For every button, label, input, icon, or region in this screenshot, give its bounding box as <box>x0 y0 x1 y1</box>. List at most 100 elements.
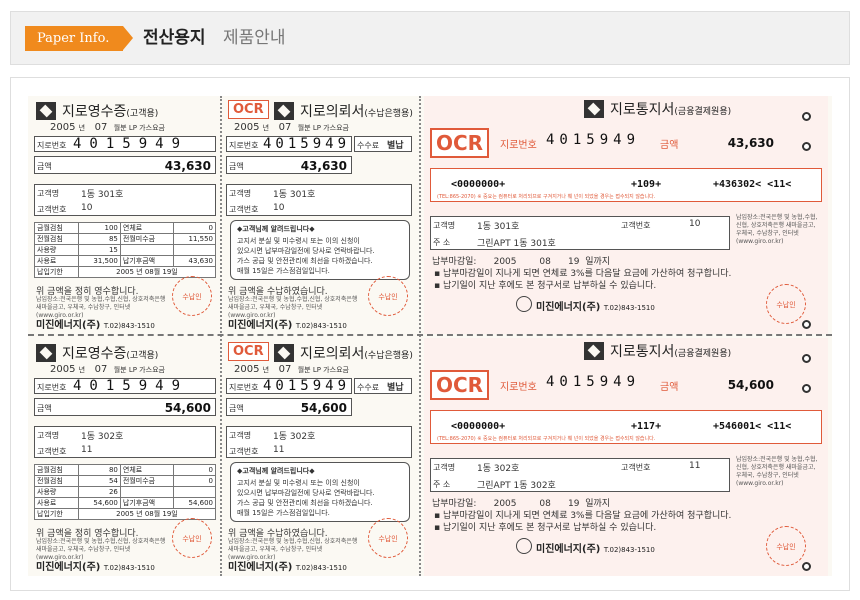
ocr-mark: OCR <box>430 128 490 158</box>
confirm-panel: OCR 지로의뢰서(수납은행용) 2005 년 07 월분 LP 가스요금 지로… <box>224 96 414 334</box>
customer-name: 1동 301호 <box>477 222 520 232</box>
giro-number: 4015949 <box>73 136 189 152</box>
punch-hole <box>802 354 811 363</box>
punch-hole <box>802 112 811 121</box>
payment-places: 납입장소:전국은행 및 농협,수협,신협, 상호저축은행 새마을금고, 우체국,… <box>736 456 818 487</box>
customer-name: 1동 301호 <box>81 190 124 200</box>
customer-box: 고객명 1동 301호 고객번호 10 <box>226 184 412 216</box>
customer-number: 10 <box>81 203 93 213</box>
amount-value: 43,630 <box>164 159 211 173</box>
after-due-notice: ▪ 납기일이 지난 후에도 본 청구서로 납부하실 수 있습니다. <box>434 523 657 533</box>
company-name: 미진에너지(주) T.02)843-1510 <box>536 302 655 313</box>
fee-box: 수수료 별납 <box>354 378 412 394</box>
amount-box: 금액 54,600 <box>226 398 352 416</box>
punch-hole <box>802 384 811 393</box>
usage-table: 금월검침 100 연체료 0 전월검침 85 전월미수금 11,550 사용량 15 사용료 3… <box>34 222 217 278</box>
billing-period: 2005 년 07 월분 LP 가스요금 <box>234 364 349 375</box>
customer-number: 11 <box>81 445 93 455</box>
punch-hole <box>802 562 811 571</box>
customer-address: 그린APT 1동 302호 <box>477 481 556 491</box>
customer-box: 고객명 1동 301호 고객번호 10 <box>34 184 216 216</box>
amount-value: 43,630 <box>300 159 347 173</box>
customer-name: 1동 302호 <box>81 432 124 442</box>
customer-number: 10 <box>689 219 701 229</box>
giro-number: 4015949 <box>263 378 351 394</box>
customer-guide-box: ◆고객님께 알려드립니다◆ 고지서 분실 및 미수령시 또는 이의 신청이 있으… <box>230 220 410 280</box>
ocr-mark: OCR <box>430 370 490 400</box>
giro-number: 4015949 <box>546 374 641 390</box>
paper-info-badge: Paper Info. <box>25 26 134 51</box>
giro-form-row: 지로영수증(고객용) 2005 년 07 월분 LP 가스요금 지로번호 401… <box>28 96 832 334</box>
ocr-code-line: <0000000+ +109+ +436302< <11< (TEL:865-2… <box>430 168 822 202</box>
company-name: 미진에너지(주) T.02)843-1510 <box>36 562 155 573</box>
customer-number: 11 <box>689 461 701 471</box>
receipt-panel: 지로영수증(고객용) 2005 년 07 월분 LP 가스요금 지로번호 401… <box>32 338 218 576</box>
amount-value: 54,600 <box>727 378 774 392</box>
company-name: 미진에너지(주) T.02)843-1510 <box>536 544 655 555</box>
giro-logo-icon <box>36 102 56 120</box>
customer-box: 고객명 1동 302호 고객번호 11 주 소 그린APT 1동 302호 <box>430 458 730 492</box>
company-name: 미진에너지(주) T.02)843-1510 <box>36 320 155 331</box>
giro-logo-icon <box>274 102 294 120</box>
company-logo-icon <box>516 296 532 312</box>
customer-guide-box: ◆고객님께 알려드립니다◆ 고지서 분실 및 미수령시 또는 이의 신청이 있으… <box>230 462 410 522</box>
customer-name: 1동 302호 <box>477 464 520 474</box>
punch-hole <box>802 320 811 329</box>
amount-box: 금액 43,630 <box>226 156 352 174</box>
payment-places: 납입장소:전국은행 및 농협,수협,신협, 상호저축은행 새마을금고, 우체국,… <box>736 214 818 245</box>
amount-value: 54,600 <box>164 401 211 415</box>
fee-box: 수수료 별납 <box>354 136 412 152</box>
ocr-mark: OCR <box>228 100 269 119</box>
page-title: 전산용지 <box>143 28 206 48</box>
giro-number-box: 지로번호 4015949 <box>34 136 216 152</box>
company-name: 미진에너지(주) T.02)843-1510 <box>228 562 347 573</box>
company-name: 미진에너지(주) T.02)843-1510 <box>228 320 347 331</box>
payment-stamp: 수납인 <box>368 518 408 558</box>
customer-name: 1동 302호 <box>273 432 316 442</box>
giro-logo-icon <box>584 342 604 360</box>
payment-stamp: 수납인 <box>766 526 806 566</box>
receipt-panel: 지로영수증(고객용) 2005 년 07 월분 LP 가스요금 지로번호 401… <box>32 96 218 334</box>
after-due-notice: ▪ 납기일이 지난 후에도 본 청구서로 납부하실 수 있습니다. <box>434 281 657 291</box>
perforation-horizontal <box>28 334 832 336</box>
company-logo-icon <box>516 538 532 554</box>
receipt-title: 지로영수증(고객용) <box>62 346 159 362</box>
amount-box: 금액 54,600 <box>34 398 216 416</box>
punch-hole <box>802 142 811 151</box>
amount-box: 금액 43,630 <box>34 156 216 174</box>
amount-value: 43,630 <box>727 136 774 150</box>
page-subtitle: 제품안내 <box>223 28 286 48</box>
payment-stamp: 수납인 <box>368 276 408 316</box>
notice-panel: 지로통지서(금융결제원용) OCR 지로번호 4015949 금액 54,600… <box>424 338 828 576</box>
customer-number: 11 <box>273 445 285 455</box>
notice-title: 지로통지서(금융결제원용) <box>610 102 732 118</box>
receipt-title: 지로영수증(고객용) <box>62 104 159 120</box>
giro-logo-icon <box>36 344 56 362</box>
confirm-title: 지로의뢰서(수납은행용) <box>300 346 413 362</box>
payment-stamp: 수납인 <box>172 518 212 558</box>
billing-period: 2005 년 07 월분 LP 가스요금 <box>50 122 165 133</box>
confirm-title: 지로의뢰서(수납은행용) <box>300 104 413 120</box>
giro-number-box: 지로번호 4015949 <box>34 378 216 394</box>
customer-name: 1동 301호 <box>273 190 316 200</box>
giro-number: 4015949 <box>546 132 641 148</box>
ocr-code-line: <0000000+ +117+ +546001< <11< (TEL:865-2… <box>430 410 822 444</box>
customer-box: 고객명 1동 302호 고객번호 11 <box>226 426 412 458</box>
ocr-mark: OCR <box>228 342 269 361</box>
giro-number: 4015949 <box>263 136 351 152</box>
payment-stamp: 수납인 <box>766 284 806 324</box>
usage-table: 금월검침 80 연체료 0 전월검침 54 전월미수금 0 사용량 26 사용료 54,600 납… <box>34 464 217 520</box>
giro-logo-icon <box>584 100 604 118</box>
customer-box: 고객명 1동 301호 고객번호 10 주 소 그린APT 1동 301호 <box>430 216 730 250</box>
confirm-panel: OCR 지로의뢰서(수납은행용) 2005 년 07 월분 LP 가스요금 지로… <box>224 338 414 576</box>
giro-number: 4015949 <box>73 378 189 394</box>
giro-form-row: 지로영수증(고객용) 2005 년 07 월분 LP 가스요금 지로번호 401… <box>28 338 832 576</box>
customer-box: 고객명 1동 302호 고객번호 11 <box>34 426 216 458</box>
payment-stamp: 수납인 <box>172 276 212 316</box>
giro-number-box: 지로번호 4015949 <box>226 378 352 394</box>
billing-period: 2005 년 07 월분 LP 가스요금 <box>50 364 165 375</box>
customer-address: 그린APT 1동 301호 <box>477 239 556 249</box>
giro-logo-icon <box>274 344 294 362</box>
giro-form-sheet: 지로영수증(고객용) 2005 년 07 월분 LP 가스요금 지로번호 401… <box>28 96 832 576</box>
giro-number-box: 지로번호 4015949 <box>226 136 352 152</box>
